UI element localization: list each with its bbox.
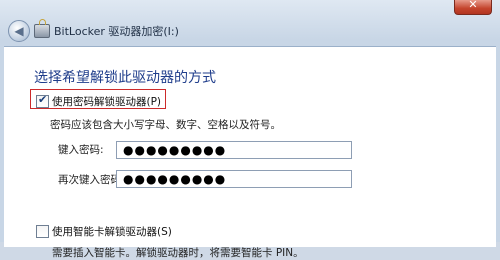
close-icon: ✕ [468, 0, 478, 11]
page-heading: 选择希望解锁此驱动器的方式 [34, 70, 216, 86]
password-option-label[interactable]: 使用密码解锁驱动器(P) [52, 94, 161, 109]
password-option-checkbox[interactable]: ✔ [36, 93, 49, 108]
smartcard-requirements-text: 需要插入智能卡。解锁驱动器时，将需要智能卡 PIN。 [52, 247, 304, 259]
wizard-header: ◀ BitLocker 驱动器加密(I:) [0, 16, 500, 46]
bitlocker-window: ✕ ◀ BitLocker 驱动器加密(I:) 选择希望解锁此驱动器的方式 ✔ … [0, 0, 500, 259]
smartcard-option-checkbox[interactable] [36, 225, 49, 238]
smartcard-option-label[interactable]: 使用智能卡解锁驱动器(S) [52, 224, 172, 239]
back-button[interactable]: ◀ [8, 20, 30, 42]
reenter-password-field[interactable] [116, 170, 352, 188]
back-arrow-icon: ◀ [14, 24, 24, 38]
reenter-password-label: 再次键入密码: [58, 174, 125, 186]
close-button[interactable]: ✕ [454, 0, 492, 15]
password-requirements-text: 密码应该包含大小写字母、数字、空格以及符号。 [50, 119, 281, 131]
checkmark-icon: ✔ [38, 93, 48, 106]
wizard-content: 选择希望解锁此驱动器的方式 ✔ 使用密码解锁驱动器(P) 密码应该包含大小写字母… [4, 46, 496, 259]
enter-password-label: 键入密码: [58, 144, 104, 156]
bitlocker-icon [34, 19, 50, 38]
window-title: BitLocker 驱动器加密(I:) [54, 25, 179, 38]
enter-password-field[interactable] [116, 141, 352, 159]
